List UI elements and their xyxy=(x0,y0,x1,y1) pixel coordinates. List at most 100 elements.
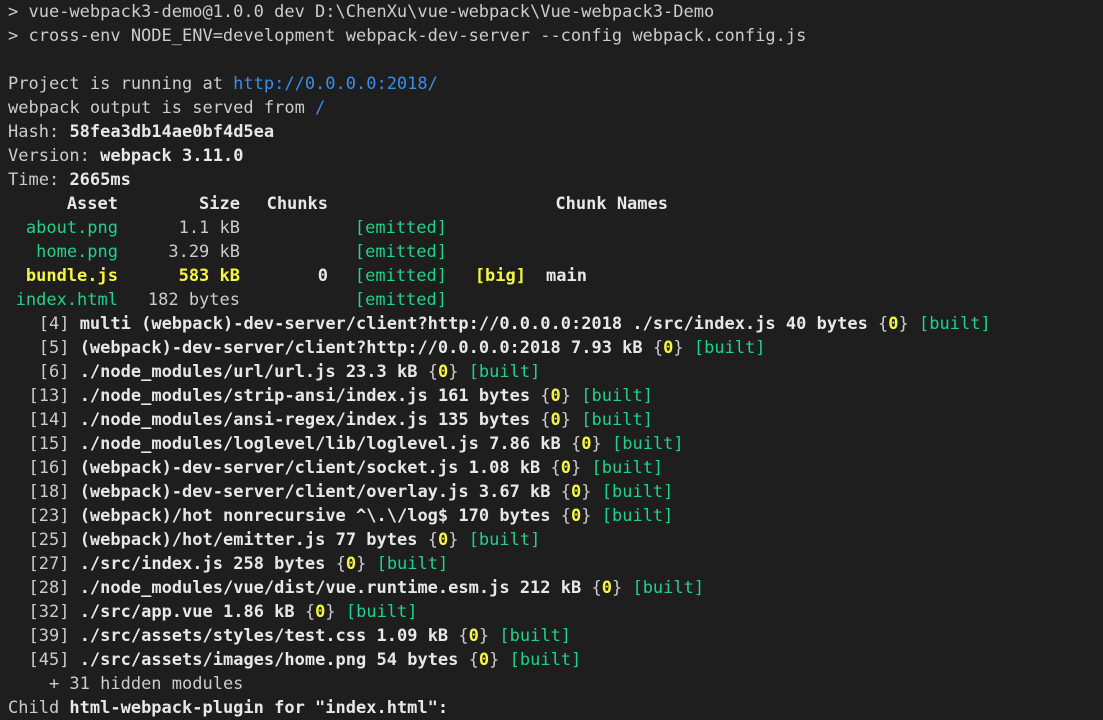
asset-row: index.html 182 bytes [emitted] xyxy=(8,288,1103,312)
module-path: ./src/assets/images/home.png xyxy=(79,650,367,670)
module-status: [built] xyxy=(611,434,684,454)
module-row: [5] (webpack)-dev-server/client?http://0… xyxy=(38,338,766,358)
module-chunk: 0 xyxy=(663,338,674,358)
module-row: [16] (webpack)-dev-server/client/socket.… xyxy=(28,458,664,478)
module-size: 1.86 kB xyxy=(223,602,295,622)
hash-label: Hash: xyxy=(8,122,60,142)
module-id: [5] xyxy=(38,338,70,358)
asset-row: home.png 3.29 kB [emitted] xyxy=(8,240,1103,264)
npm-script-line: > vue-webpack3-demo@1.0.0 dev D:\ChenXu\… xyxy=(8,2,715,22)
asset-chunk-name: main xyxy=(546,266,587,286)
module-id: [32] xyxy=(28,602,70,622)
module-chunk: 0 xyxy=(550,386,561,406)
module-chunk: 0 xyxy=(888,314,899,334)
module-chunk: 0 xyxy=(437,530,449,550)
child-name: html-webpack-plugin for "index.html": xyxy=(69,698,449,718)
module-path: (webpack)/hot nonrecursive ^\.\/log$ xyxy=(79,506,449,526)
module-list: [4] multi (webpack)-dev-server/client?ht… xyxy=(8,312,1103,672)
module-path: (webpack)-dev-server/client/overlay.js xyxy=(79,482,469,502)
module-status: [built] xyxy=(632,578,705,598)
npm-command-line: > cross-env NODE_ENV=development webpack… xyxy=(8,26,807,46)
asset-status: [emitted] xyxy=(354,290,447,310)
module-id: [27] xyxy=(28,554,70,574)
module-path: ./src/app.vue xyxy=(79,602,213,622)
module-status: [built] xyxy=(591,458,664,478)
module-id: [23] xyxy=(28,506,70,526)
asset-header: Asset xyxy=(66,194,118,214)
module-row: [13] ./node_modules/strip-ansi/index.js … xyxy=(28,386,653,406)
served-from-line: webpack output is served from / xyxy=(8,96,1103,120)
size-header: Size xyxy=(199,194,240,214)
child-line: Child html-webpack-plugin for "index.htm… xyxy=(8,696,1103,720)
module-row: [28] ./node_modules/vue/dist/vue.runtime… xyxy=(28,578,705,598)
asset-name: index.html xyxy=(15,290,118,310)
module-row: [45] ./src/assets/images/home.png 54 byt… xyxy=(28,650,582,670)
module-path: (webpack)/hot/emitter.js xyxy=(79,530,326,550)
module-id: [45] xyxy=(28,650,70,670)
asset-size: 3.29 kB xyxy=(168,242,240,262)
time-label: Time: xyxy=(8,170,60,190)
module-row: [18] (webpack)-dev-server/client/overlay… xyxy=(28,482,674,502)
asset-name: bundle.js xyxy=(25,266,118,286)
module-status: [built] xyxy=(509,650,582,670)
dev-server-url[interactable]: http://0.0.0.0:2018/ xyxy=(233,74,438,94)
served-path: / xyxy=(315,98,326,118)
module-chunk: 0 xyxy=(345,554,357,574)
module-size: 7.86 kB xyxy=(489,434,561,454)
version-line: Version: webpack 3.11.0 xyxy=(8,144,1103,168)
module-row: [39] ./src/assets/styles/test.css 1.09 k… xyxy=(28,626,572,646)
module-id: [25] xyxy=(28,530,70,550)
module-status: [built] xyxy=(601,506,674,526)
project-running-line: Project is running at http://0.0.0.0:201… xyxy=(8,72,1103,96)
time-line: Time: 2665ms xyxy=(8,168,1103,192)
module-size: 3.67 kB xyxy=(478,482,551,502)
hash-line: Hash: 58fea3db14ae0bf4d5ea xyxy=(8,120,1103,144)
module-status: [built] xyxy=(468,362,541,382)
hash-value: 58fea3db14ae0bf4d5ea xyxy=(69,122,275,142)
module-id: [15] xyxy=(28,434,70,454)
terminal-output[interactable]: > vue-webpack3-demo@1.0.0 dev D:\ChenXu\… xyxy=(0,0,1103,720)
module-id: [13] xyxy=(28,386,70,406)
module-size: 54 bytes xyxy=(376,650,459,670)
module-size: 1.08 kB xyxy=(468,458,541,478)
module-path: ./node_modules/vue/dist/vue.runtime.esm.… xyxy=(79,578,510,598)
asset-flag: [big] xyxy=(474,266,526,286)
module-size: 77 bytes xyxy=(335,530,418,550)
child-label: Child xyxy=(8,698,70,718)
module-status: [built] xyxy=(376,554,449,574)
asset-size: 583 kB xyxy=(178,266,240,286)
module-path: ./node_modules/ansi-regex/index.js xyxy=(79,410,428,430)
project-running-label: Project is running at xyxy=(8,74,234,94)
module-chunk: 0 xyxy=(571,506,582,526)
asset-status: [emitted] xyxy=(354,242,447,262)
module-id: [16] xyxy=(28,458,70,478)
module-row: [6] ./node_modules/url/url.js 23.3 kB {0… xyxy=(38,362,541,382)
module-size: 212 kB xyxy=(519,578,582,598)
time-value: 2665ms xyxy=(69,170,131,190)
module-status: [built] xyxy=(499,626,572,646)
module-path: ./src/assets/styles/test.css xyxy=(79,626,367,646)
asset-name: home.png xyxy=(36,242,118,262)
module-id: [28] xyxy=(28,578,70,598)
served-from-label: webpack output is served from xyxy=(8,98,316,118)
module-row: [32] ./src/app.vue 1.86 kB {0} [built] xyxy=(28,602,418,622)
module-status: [built] xyxy=(345,602,418,622)
chunks-header: Chunks xyxy=(266,194,328,214)
module-path: (webpack)-dev-server/client?http://0.0.0… xyxy=(79,338,561,358)
asset-table-rows: about.png 1.1 kB [emitted] home.png 3.29 kB [… xyxy=(8,216,1103,312)
module-id: [14] xyxy=(28,410,70,430)
module-row: [25] (webpack)/hot/emitter.js 77 bytes {… xyxy=(28,530,541,550)
module-chunk: 0 xyxy=(581,434,592,454)
asset-row: bundle.js 583 kB 0 [emitted] [big] main xyxy=(8,264,1103,288)
module-chunk: 0 xyxy=(571,482,582,502)
module-id: [39] xyxy=(28,626,70,646)
module-size: 135 bytes xyxy=(437,410,531,430)
module-path: multi (webpack)-dev-server/client?http:/… xyxy=(79,314,776,334)
module-status: [built] xyxy=(919,314,991,334)
module-row: [14] ./node_modules/ansi-regex/index.js … xyxy=(28,410,653,430)
module-chunk: 0 xyxy=(560,458,572,478)
module-row: [23] (webpack)/hot nonrecursive ^\.\/log… xyxy=(28,506,674,526)
module-path: (webpack)-dev-server/client/socket.js xyxy=(79,458,459,478)
module-chunk: 0 xyxy=(550,410,561,430)
